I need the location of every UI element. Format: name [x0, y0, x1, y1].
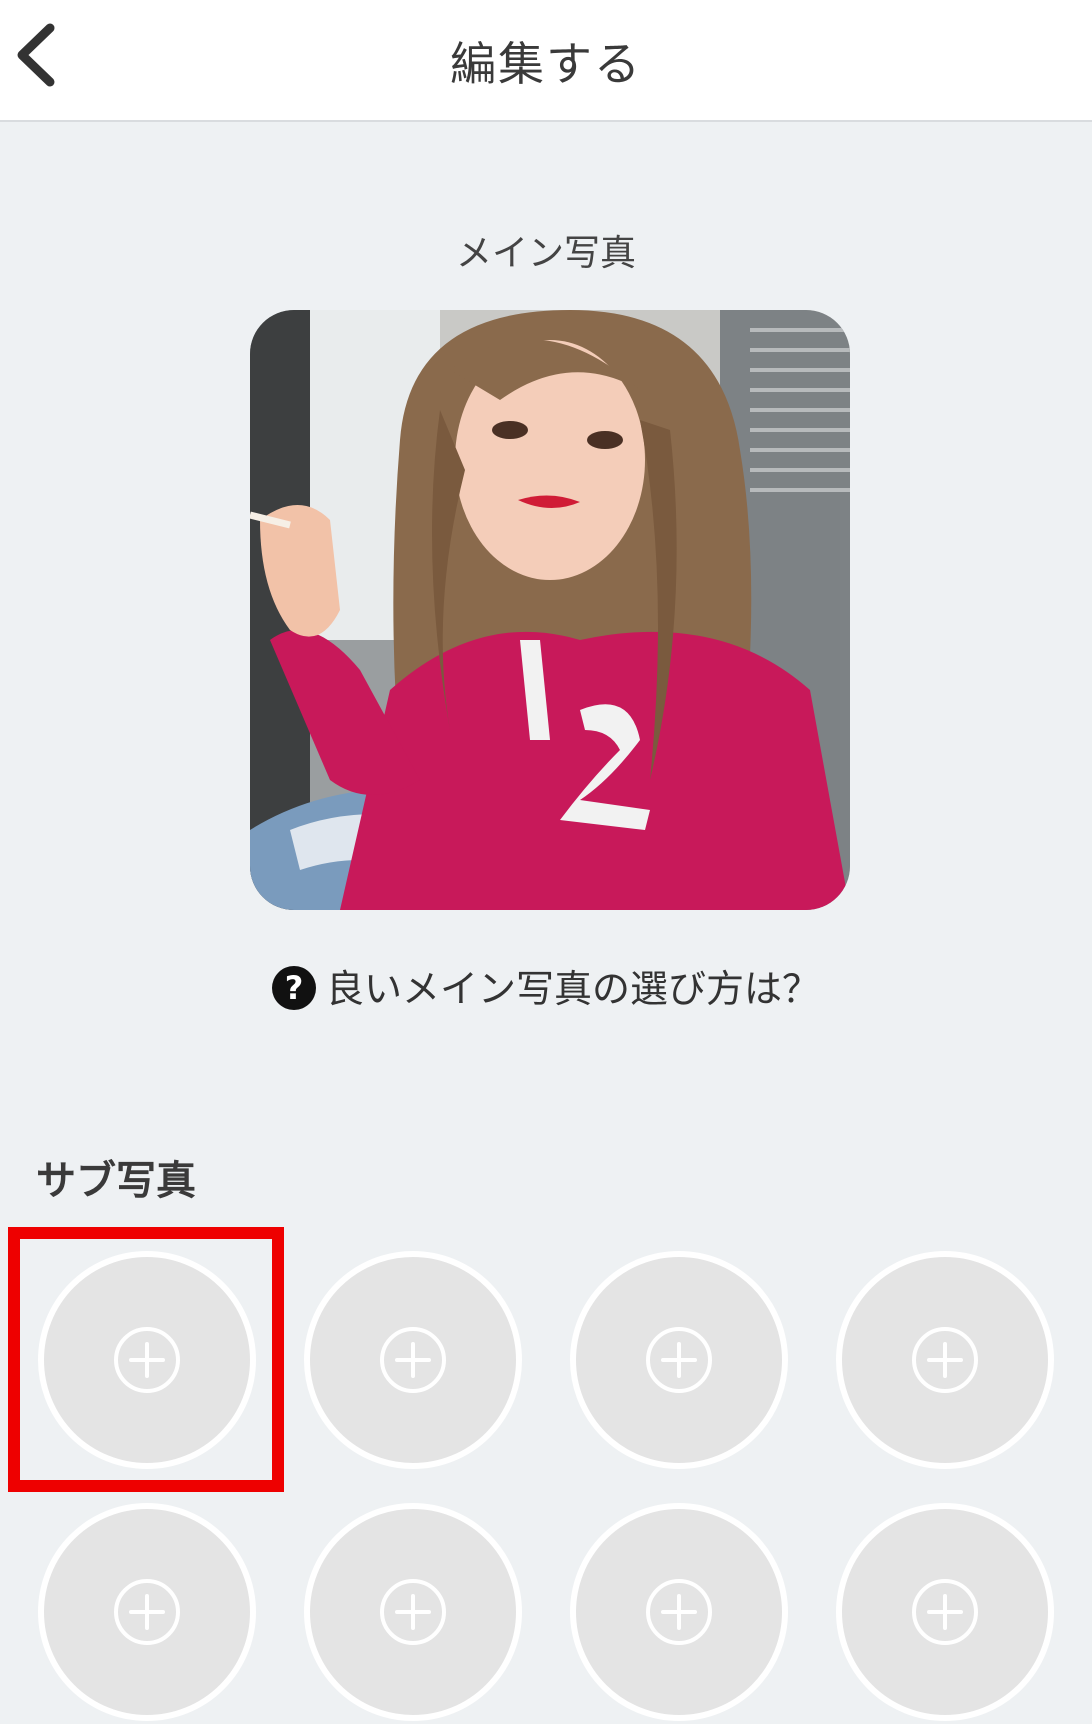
plus-circle-icon — [114, 1327, 180, 1393]
plus-circle-icon — [646, 1579, 712, 1645]
sub-photo-slot-3[interactable] — [570, 1251, 788, 1469]
plus-circle-icon — [912, 1327, 978, 1393]
plus-circle-icon — [912, 1579, 978, 1645]
app-header: 編集する — [0, 0, 1092, 122]
plus-circle-icon — [646, 1327, 712, 1393]
plus-circle-icon — [380, 1579, 446, 1645]
main-photo-label: メイン写真 — [455, 233, 636, 274]
sub-photo-slot-6[interactable] — [304, 1503, 522, 1721]
sub-photos-label: サブ写真 — [36, 1158, 196, 1204]
main-photo[interactable] — [250, 310, 850, 910]
sub-photo-slot-8[interactable] — [836, 1503, 1054, 1721]
plus-circle-icon — [114, 1579, 180, 1645]
sub-photo-slot-7[interactable] — [570, 1503, 788, 1721]
sub-photo-slot-2[interactable] — [304, 1251, 522, 1469]
sub-photo-slot-1[interactable] — [38, 1251, 256, 1469]
photo-tips-text: 良いメイン写真の選び方は？ — [325, 967, 820, 1011]
plus-circle-icon — [380, 1327, 446, 1393]
sub-photo-slot-5[interactable] — [38, 1503, 256, 1721]
question-circle-icon: ? — [271, 965, 316, 1010]
sub-photo-slot-4[interactable] — [836, 1251, 1054, 1469]
page-title: 編集する — [450, 37, 642, 91]
photo-tips-link[interactable]: ? 良いメイン写真の選び方は？ — [0, 958, 1092, 1014]
